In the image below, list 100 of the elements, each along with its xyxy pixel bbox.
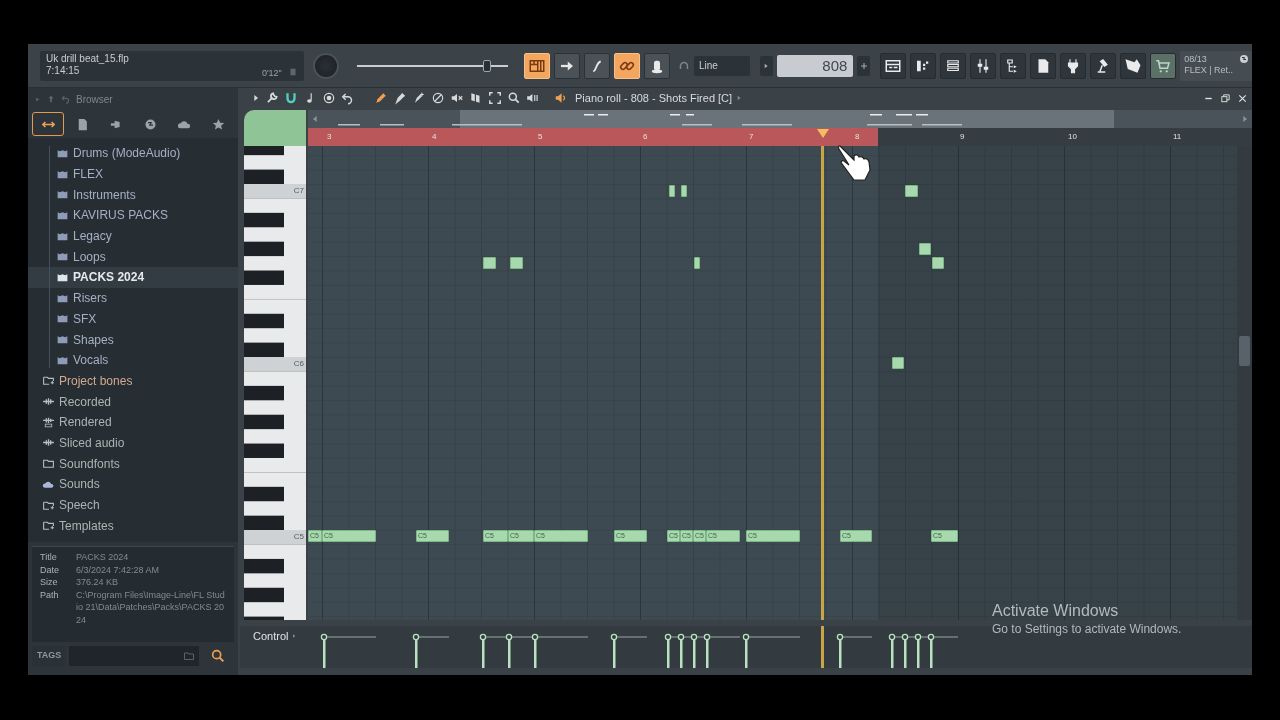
browser-item[interactable]: Loops (28, 246, 238, 268)
folder-icon (42, 457, 55, 471)
browser-item[interactable]: Legacy (28, 225, 238, 247)
browser-item[interactable]: KAVIRUS PACKS (28, 205, 238, 226)
brush-icon (393, 91, 407, 105)
snap-icon (678, 59, 690, 72)
news-panel[interactable]: 08/13 FLEX | Ret.. (1180, 50, 1252, 81)
bar-number: 8 (855, 131, 860, 143)
star-icon (210, 116, 226, 132)
browser-tab[interactable] (32, 112, 64, 136)
folder-plus-icon (42, 374, 55, 388)
magnet-tool[interactable] (283, 90, 299, 106)
pencil-tool[interactable] (373, 90, 389, 106)
info-label: Path (40, 588, 60, 602)
typing-keyboard-button[interactable] (524, 52, 550, 79)
control-label: Control (253, 628, 289, 644)
brush-plus-icon (412, 91, 426, 105)
folder-icon (183, 650, 196, 662)
browser-item[interactable]: Risers (28, 287, 238, 309)
plug-button[interactable] (1060, 52, 1087, 79)
arrow-button[interactable] (554, 52, 580, 79)
prohibited-tool[interactable] (430, 90, 446, 106)
lamp-button[interactable] (1090, 52, 1117, 79)
record-icon (322, 91, 336, 105)
record-tool[interactable] (321, 90, 337, 106)
song-duration: 0'12" (261, 66, 282, 79)
browser-item[interactable]: Soundfonts (28, 453, 238, 474)
browser-item[interactable]: Sounds (28, 474, 238, 495)
plus-icon (858, 60, 869, 71)
bar-number: 7 (749, 131, 754, 143)
bar-number: 6 (643, 131, 648, 143)
slider-thumb[interactable] (482, 59, 491, 72)
browser-item[interactable]: Instruments (28, 184, 238, 206)
hand-button[interactable] (1120, 52, 1147, 79)
browser-item[interactable]: Recorded (28, 391, 238, 412)
zoom-icon (507, 91, 521, 105)
piano-roll-title: Piano roll - 808 - Shots Fired [C] (575, 90, 733, 106)
vertical-scrollbar[interactable] (1237, 146, 1252, 620)
key-label: C7 (293, 185, 304, 197)
curve-button[interactable] (584, 52, 610, 79)
news-text: FLEX | Ret.. (1184, 64, 1234, 76)
browser-item[interactable]: Vocals (28, 349, 238, 371)
cylinder-button[interactable] (644, 52, 670, 79)
info-label: Title (40, 551, 58, 564)
master-volume-slider[interactable] (356, 59, 508, 72)
bar-number: 3 (327, 131, 332, 143)
globe-icon (1237, 52, 1250, 65)
zoom-tool[interactable] (506, 90, 522, 106)
scrollbar-thumb[interactable] (1239, 336, 1250, 366)
close-icon[interactable] (1237, 92, 1248, 104)
pencil-icon (374, 91, 388, 105)
browser-tree-button[interactable] (1000, 52, 1027, 79)
prohibited-icon (431, 91, 445, 105)
tags-field[interactable] (69, 646, 200, 666)
waveform-icon (42, 415, 55, 429)
cart-button[interactable] (1150, 52, 1177, 79)
browser-item[interactable]: SFX (28, 308, 238, 330)
browser-item[interactable]: Project bones (28, 370, 238, 392)
brush-tool[interactable] (392, 90, 408, 106)
browser-item[interactable]: Speech (28, 494, 238, 516)
tags-button[interactable]: TAGS (32, 646, 67, 666)
timeline-ruler[interactable]: 3 4 5 6 7 8 9 10 11 (308, 128, 1252, 146)
browser-item[interactable]: Templates (28, 515, 238, 537)
select-tool[interactable] (487, 90, 503, 106)
browser-item[interactable]: Rendered (28, 411, 238, 433)
browser-item[interactable]: Shapes (28, 329, 238, 350)
browser-item[interactable]: Drums (ModeAudio) (28, 143, 238, 164)
news-date: 08/13 (1184, 53, 1207, 65)
documents-button[interactable] (1030, 52, 1057, 79)
bar-number: 9 (960, 131, 965, 143)
playlist-button[interactable] (880, 52, 907, 79)
bar-number: 11 (1173, 131, 1182, 143)
key-label: C6 (293, 358, 304, 370)
channel-rack-button[interactable] (940, 52, 967, 79)
triangle-icon[interactable] (291, 633, 298, 639)
browser-item[interactable]: Sliced audio (28, 432, 238, 454)
search-icon[interactable] (210, 648, 227, 664)
bar-number: 5 (538, 131, 543, 143)
key-label: C5 (293, 531, 304, 543)
select-icon (488, 91, 502, 105)
pattern-selector[interactable]: 808 (776, 54, 854, 77)
info-label: Date (40, 563, 60, 576)
info-label: Size (40, 576, 59, 589)
mixer-button[interactable] (970, 52, 997, 79)
speaker-icon (554, 91, 568, 105)
info-value: 376.24 KB (76, 576, 119, 589)
restore-icon[interactable] (1220, 92, 1231, 104)
info-value: PACKS 2024 (76, 551, 129, 564)
activation-message: Go to Settings to activate Windows. (992, 621, 1182, 637)
song-time: 7:14:15 (46, 64, 80, 77)
wrench-icon (265, 91, 279, 105)
wrench-tool[interactable] (264, 90, 280, 106)
piano-keyboard-drawing[interactable] (244, 146, 306, 620)
snap-mode-dropdown[interactable]: Line (693, 55, 750, 76)
add-pattern-button[interactable] (857, 55, 871, 76)
browser-item[interactable]: FLEX (28, 163, 238, 185)
link-button[interactable] (614, 52, 640, 79)
browser-item[interactable]: PACKS 2024 (28, 267, 238, 288)
step-sequencer-button[interactable] (910, 52, 937, 79)
bar-number: 4 (432, 131, 437, 143)
